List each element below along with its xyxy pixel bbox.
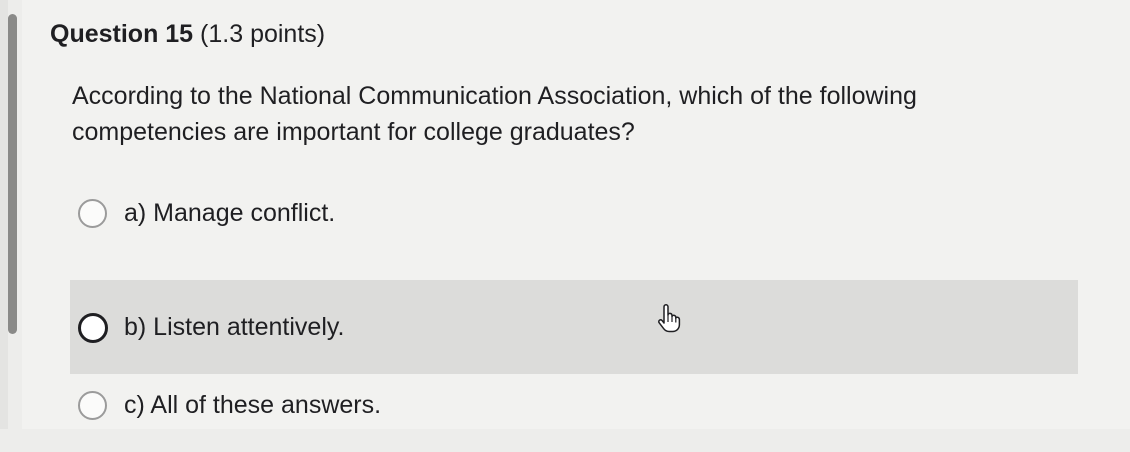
hand-pointer-icon bbox=[658, 303, 681, 333]
question-header: Question 15 (1.3 points) bbox=[50, 20, 325, 49]
answer-option-c[interactable]: c) All of these answers. bbox=[70, 358, 1078, 452]
question-points: (1.3 points) bbox=[200, 20, 326, 48]
question-prompt: According to the National Communication … bbox=[72, 82, 917, 146]
answer-label: a) Manage conflict. bbox=[124, 199, 336, 227]
radio-button-icon[interactable] bbox=[78, 313, 108, 343]
radio-button-icon[interactable] bbox=[78, 391, 107, 420]
answer-label: b) Listen attentively. bbox=[124, 313, 345, 341]
question-card: Question 15 (1.3 points) According to th… bbox=[22, 0, 1130, 429]
answer-label: c) All of these answers. bbox=[124, 391, 382, 419]
scrollbar-track[interactable] bbox=[0, 0, 8, 429]
scrollbar-thumb[interactable] bbox=[8, 14, 17, 334]
question-title: Question 15 bbox=[50, 20, 194, 48]
answer-option-a[interactable]: a) Manage conflict. bbox=[70, 166, 1078, 260]
radio-button-icon[interactable] bbox=[78, 199, 107, 228]
